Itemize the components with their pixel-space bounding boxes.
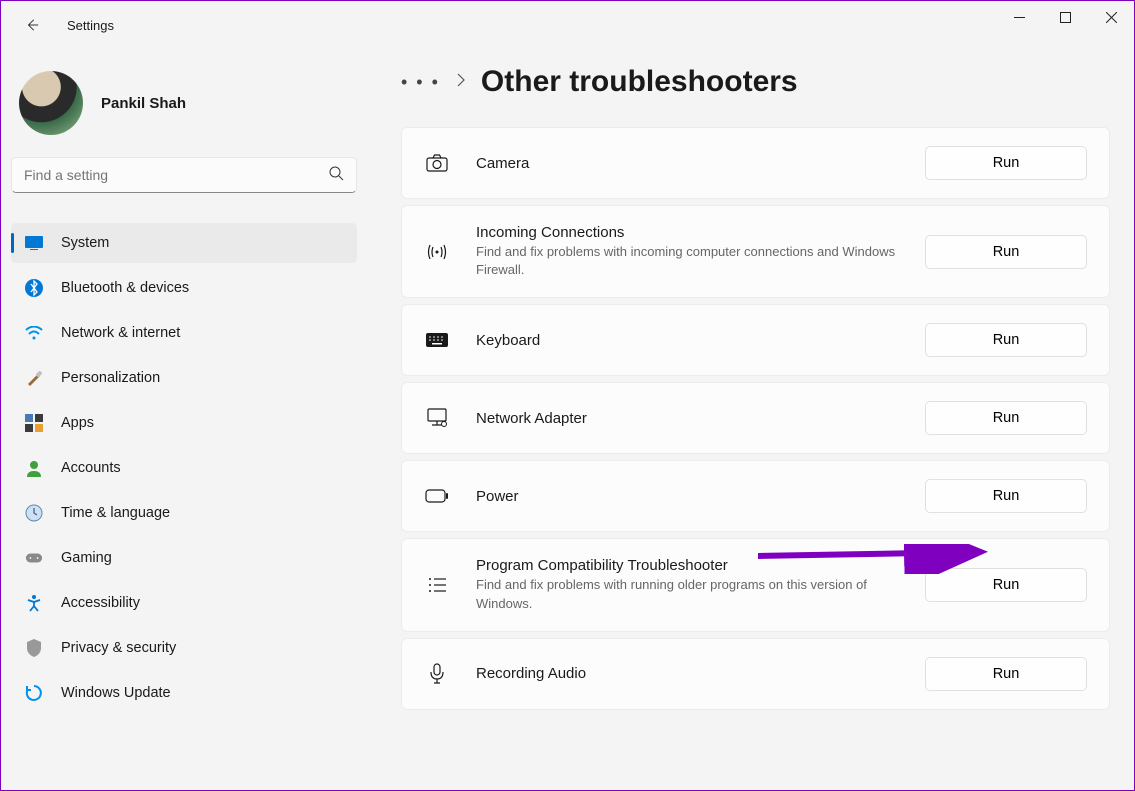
close-button[interactable] xyxy=(1088,1,1134,33)
card-title: Network Adapter xyxy=(476,410,925,427)
nav-label: Personalization xyxy=(61,370,160,386)
nav-item-bluetooth[interactable]: Bluetooth & devices xyxy=(11,268,357,308)
card-title: Power xyxy=(476,488,925,505)
troubleshooter-row-incoming: Incoming Connections Find and fix proble… xyxy=(401,205,1110,298)
troubleshooter-row-power: Power Run xyxy=(401,460,1110,532)
run-button-power[interactable]: Run xyxy=(925,479,1087,513)
battery-icon xyxy=(424,489,450,503)
nav-label: Bluetooth & devices xyxy=(61,280,189,296)
profile-name: Pankil Shah xyxy=(101,95,186,112)
nav-item-apps[interactable]: Apps xyxy=(11,403,357,443)
update-icon xyxy=(25,684,43,702)
keyboard-icon xyxy=(424,332,450,348)
card-title: Recording Audio xyxy=(476,665,925,682)
main-content: • • • Other troubleshooters Camera Run I… xyxy=(361,49,1134,790)
clock-icon xyxy=(25,504,43,522)
nav-label: Gaming xyxy=(61,550,112,566)
card-desc: Find and fix problems with incoming comp… xyxy=(476,243,906,279)
nav-item-system[interactable]: System xyxy=(11,223,357,263)
shield-icon xyxy=(25,639,43,657)
nav-item-privacy[interactable]: Privacy & security xyxy=(11,628,357,668)
run-button-recording[interactable]: Run xyxy=(925,657,1087,691)
nav-item-update[interactable]: Windows Update xyxy=(11,673,357,713)
profile-block[interactable]: Pankil Shah xyxy=(11,53,361,157)
card-desc: Find and fix problems with running older… xyxy=(476,576,906,612)
list-icon xyxy=(424,576,450,594)
camera-icon xyxy=(424,154,450,172)
nav-label: System xyxy=(61,235,109,251)
avatar xyxy=(19,71,83,135)
run-button-compat[interactable]: Run xyxy=(925,568,1087,602)
nav-label: Windows Update xyxy=(61,685,171,701)
sidebar: Pankil Shah System Bluetooth & devices N… xyxy=(1,49,361,790)
accessibility-icon xyxy=(25,594,43,612)
troubleshooter-row-network-adapter: Network Adapter Run xyxy=(401,382,1110,454)
back-button[interactable] xyxy=(25,18,39,32)
nav-item-accessibility[interactable]: Accessibility xyxy=(11,583,357,623)
card-title: Keyboard xyxy=(476,332,925,349)
search-box[interactable] xyxy=(11,157,357,193)
nav-label: Apps xyxy=(61,415,94,431)
run-button-keyboard[interactable]: Run xyxy=(925,323,1087,357)
minimize-button[interactable] xyxy=(996,1,1042,33)
nav-label: Accounts xyxy=(61,460,121,476)
nav-item-time[interactable]: Time & language xyxy=(11,493,357,533)
brush-icon xyxy=(25,369,43,387)
nav-label: Accessibility xyxy=(61,595,140,611)
nav-label: Privacy & security xyxy=(61,640,176,656)
nav-item-personalization[interactable]: Personalization xyxy=(11,358,357,398)
nav-label: Time & language xyxy=(61,505,170,521)
wifi-icon xyxy=(25,324,43,342)
nav-item-network[interactable]: Network & internet xyxy=(11,313,357,353)
run-button-incoming[interactable]: Run xyxy=(925,235,1087,269)
troubleshooter-row-keyboard: Keyboard Run xyxy=(401,304,1110,376)
maximize-button[interactable] xyxy=(1042,1,1088,33)
window-controls xyxy=(996,1,1134,33)
breadcrumb: • • • Other troubleshooters xyxy=(401,65,1110,99)
system-icon xyxy=(25,234,43,252)
search-icon xyxy=(328,165,344,186)
nav-item-accounts[interactable]: Accounts xyxy=(11,448,357,488)
antenna-icon xyxy=(424,242,450,262)
nav-item-gaming[interactable]: Gaming xyxy=(11,538,357,578)
troubleshooter-row-camera: Camera Run xyxy=(401,127,1110,199)
run-button-camera[interactable]: Run xyxy=(925,146,1087,180)
troubleshooter-row-recording: Recording Audio Run xyxy=(401,638,1110,710)
card-title: Incoming Connections xyxy=(476,224,925,241)
chevron-right-icon xyxy=(456,73,465,92)
card-title: Program Compatibility Troubleshooter xyxy=(476,557,925,574)
gamepad-icon xyxy=(25,549,43,567)
page-title: Other troubleshooters xyxy=(481,65,798,99)
window-title: Settings xyxy=(67,18,114,33)
titlebar: Settings xyxy=(1,1,1134,49)
monitor-network-icon xyxy=(424,408,450,428)
search-input[interactable] xyxy=(24,167,328,183)
apps-icon xyxy=(25,414,43,432)
nav-list: System Bluetooth & devices Network & int… xyxy=(11,223,361,713)
bluetooth-icon xyxy=(25,279,43,297)
run-button-network-adapter[interactable]: Run xyxy=(925,401,1087,435)
card-title: Camera xyxy=(476,155,925,172)
nav-label: Network & internet xyxy=(61,325,180,341)
breadcrumb-ellipsis[interactable]: • • • xyxy=(401,72,440,93)
microphone-icon xyxy=(424,663,450,685)
troubleshooter-row-compat: Program Compatibility Troubleshooter Fin… xyxy=(401,538,1110,631)
person-icon xyxy=(25,459,43,477)
